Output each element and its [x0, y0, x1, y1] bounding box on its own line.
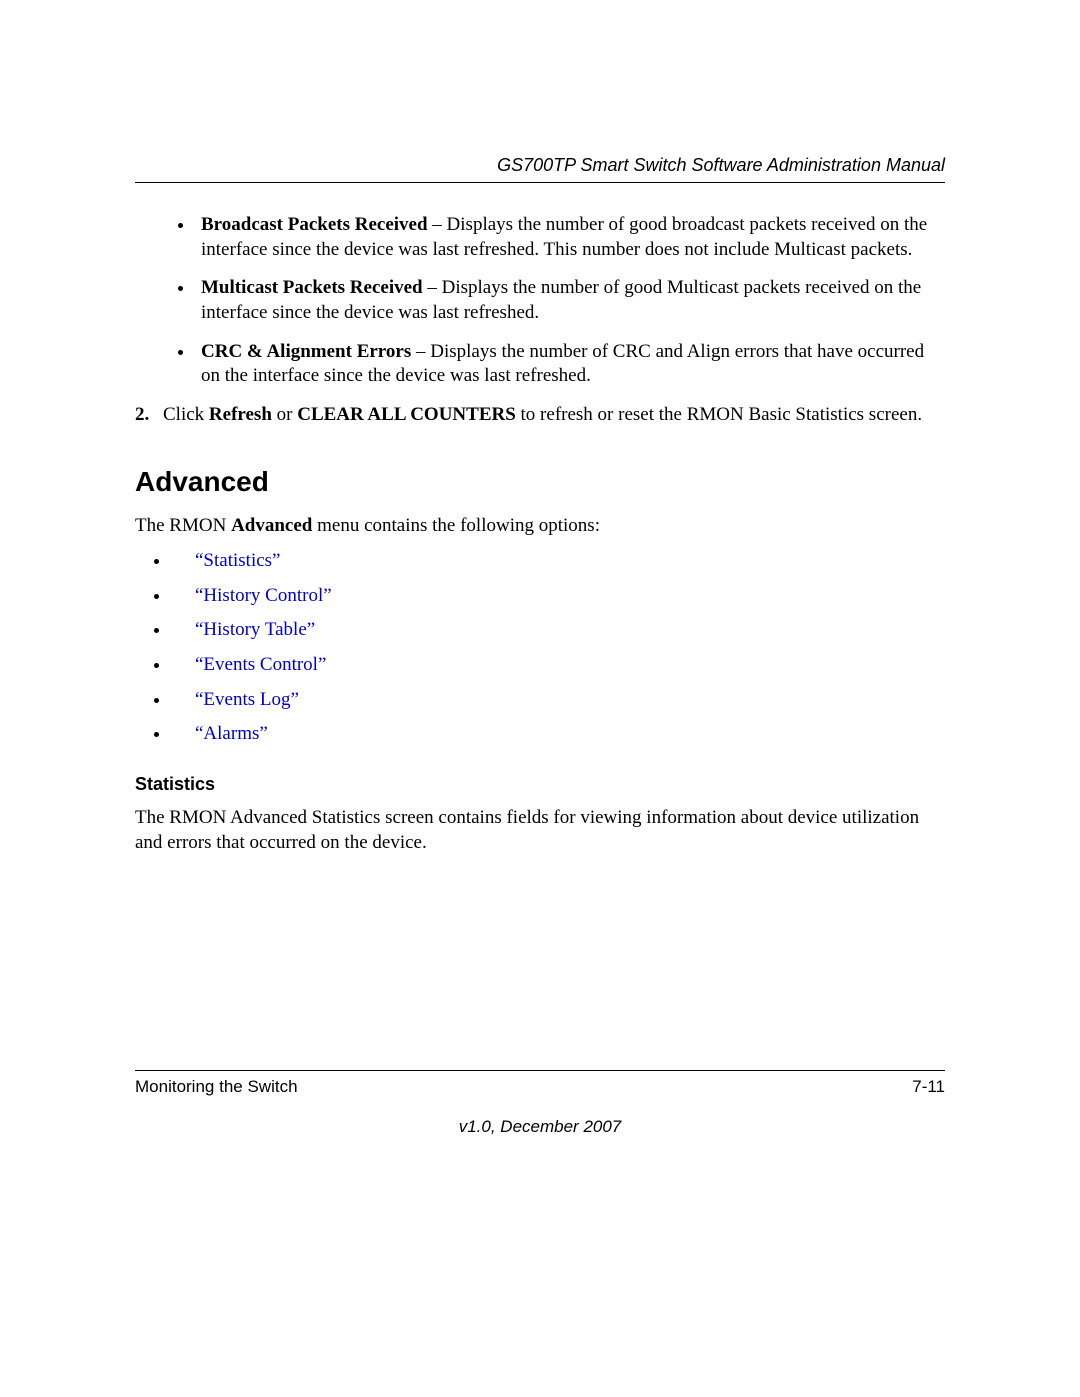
- list-item: “History Control”: [171, 584, 945, 609]
- list-item: “Statistics”: [171, 549, 945, 574]
- advanced-links-list: “Statistics” “History Control” “History …: [135, 549, 945, 747]
- list-item: “Alarms”: [171, 722, 945, 747]
- statistics-paragraph: The RMON Advanced Statistics screen cont…: [135, 806, 945, 855]
- page-footer: Monitoring the Switch 7-11 v1.0, Decembe…: [135, 1070, 945, 1137]
- list-item: “Events Log”: [171, 688, 945, 713]
- term-crc: CRC & Alignment Errors: [201, 341, 411, 362]
- step-2: 2. Click Refresh or CLEAR ALL COUNTERS t…: [135, 403, 945, 428]
- page-header-title: GS700TP Smart Switch Software Administra…: [135, 155, 945, 183]
- clear-all-label: CLEAR ALL COUNTERS: [297, 404, 516, 425]
- term-multicast: Multicast Packets Received: [201, 277, 423, 298]
- footer-chapter: Monitoring the Switch: [135, 1077, 298, 1097]
- refresh-label: Refresh: [209, 404, 272, 425]
- list-item: “Events Control”: [171, 653, 945, 678]
- link-history-table[interactable]: “History Table”: [195, 619, 315, 640]
- step-list: 2. Click Refresh or CLEAR ALL COUNTERS t…: [135, 403, 945, 428]
- link-events-control[interactable]: “Events Control”: [195, 654, 326, 675]
- step-text: Click Refresh or CLEAR ALL COUNTERS to r…: [163, 403, 945, 428]
- link-events-log[interactable]: “Events Log”: [195, 689, 299, 710]
- link-alarms[interactable]: “Alarms”: [195, 723, 268, 744]
- list-item: “History Table”: [171, 618, 945, 643]
- footer-version: v1.0, December 2007: [135, 1117, 945, 1137]
- heading-statistics: Statistics: [135, 773, 945, 796]
- link-history-control[interactable]: “History Control”: [195, 585, 332, 606]
- heading-advanced: Advanced: [135, 464, 945, 500]
- list-item: Multicast Packets Received – Displays th…: [195, 276, 945, 325]
- list-item: Broadcast Packets Received – Displays th…: [195, 213, 945, 262]
- step-number: 2.: [135, 403, 163, 428]
- advanced-intro: The RMON Advanced menu contains the foll…: [135, 514, 945, 539]
- list-item: CRC & Alignment Errors – Displays the nu…: [195, 340, 945, 389]
- footer-page-number: 7-11: [912, 1077, 945, 1097]
- definition-bullet-list: Broadcast Packets Received – Displays th…: [135, 213, 945, 389]
- link-statistics[interactable]: “Statistics”: [195, 550, 280, 571]
- term-broadcast: Broadcast Packets Received: [201, 214, 428, 235]
